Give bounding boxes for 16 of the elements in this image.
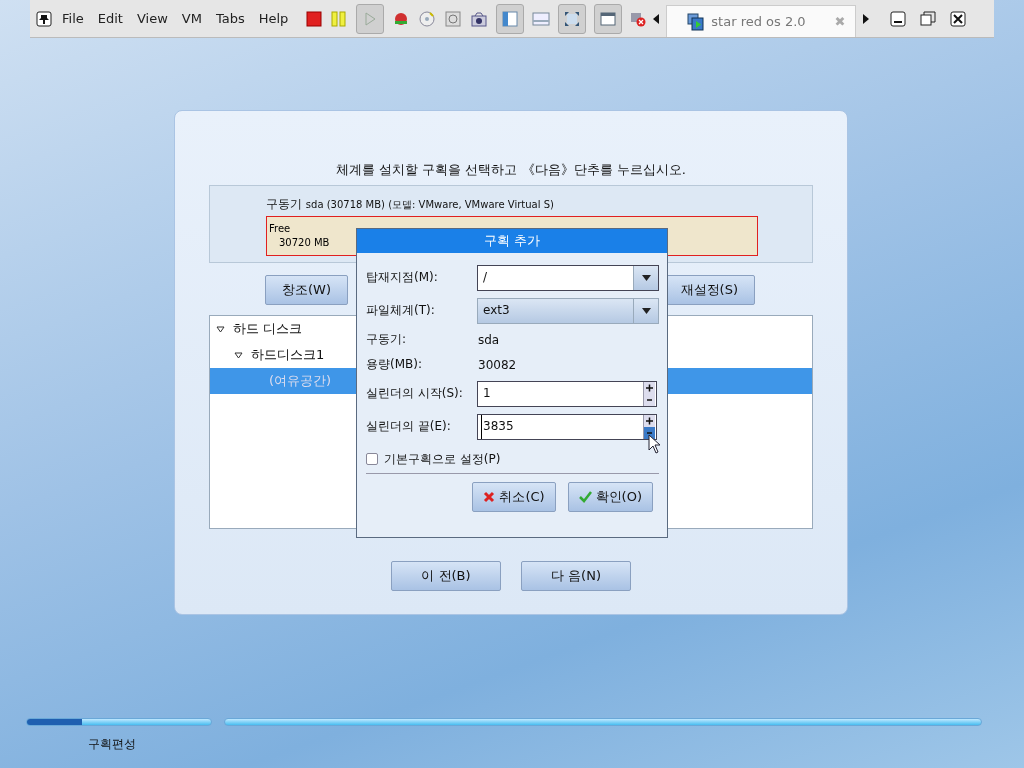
drive-label: 구동기 [266, 197, 302, 211]
drive-value: sda [477, 332, 500, 347]
dialog-title: 구획 추가 [357, 229, 667, 253]
segment-name: Free [269, 223, 291, 234]
field-label: 실린더의 시작(S): [366, 385, 464, 402]
step-label: 구획편성 [88, 736, 137, 753]
field-label: 탑재지점(M): [366, 269, 439, 286]
field-label: 파일체계(T): [366, 302, 436, 319]
segment-size: 30720 MB [278, 237, 330, 248]
field-label: 용량(MB): [366, 356, 423, 373]
size-value: 30082 [477, 357, 517, 372]
drive-info: sda (30718 MB) (모델: VMware, VMware Virtual S) [305, 199, 554, 210]
field-label: 구동기: [366, 331, 408, 348]
instruction-text: 체계를 설치할 구획을 선택하고 《다음》단추를 누르십시오. [336, 161, 686, 179]
field-label: 실린더의 끝(E): [366, 418, 452, 435]
tab-title: star red os 2.0 [711, 14, 807, 29]
